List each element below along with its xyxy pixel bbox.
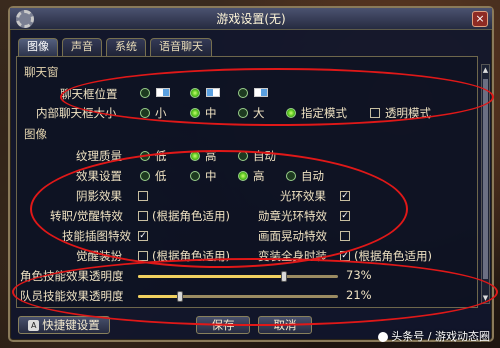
effects-auto-radio[interactable] (286, 171, 296, 181)
chat-size-small-label: 小 (155, 106, 167, 120)
chat-position-option-3[interactable] (238, 88, 248, 98)
halo-effect-label: 光环效果 (280, 189, 326, 203)
title-bar[interactable]: 游戏设置(无) × (10, 8, 492, 30)
chat-size-label: 内部聊天框大小 (36, 106, 117, 120)
chat-transparent-checkbox[interactable] (370, 108, 380, 118)
screen-shake-label: 画面晃动特效 (258, 229, 327, 243)
watermark: 头条号 / 游戏动态圈 (378, 328, 490, 344)
gear-icon (16, 10, 34, 28)
texture-quality-label: 纹理质量 (76, 149, 122, 163)
costume-label: 变装全身时装 (258, 249, 327, 263)
member-skill-transparency-slider[interactable] (138, 291, 338, 302)
save-button[interactable]: 保存 (196, 316, 250, 334)
window-title: 游戏设置(无) (216, 12, 286, 26)
awaken-effect-checkbox[interactable] (138, 211, 148, 221)
chat-size-large-label: 大 (253, 106, 265, 120)
image-section-title: 图像 (24, 127, 47, 141)
scroll-down-icon[interactable]: ▼ (482, 294, 489, 302)
scroll-up-icon[interactable]: ▲ (482, 66, 489, 74)
chat-fixed-mode-label: 指定模式 (301, 106, 347, 120)
member-skill-slider-thumb[interactable] (177, 291, 183, 302)
awaken-effect-note: (根据角色适用) (152, 209, 230, 223)
watermark-text: 头条号 / 游戏动态圈 (391, 330, 490, 343)
awaken-effect-label: 转职/觉醒特效 (50, 209, 123, 223)
shadow-effect-checkbox[interactable] (138, 191, 148, 201)
costume-note: (根据角色适用) (354, 249, 432, 263)
medal-halo-checkbox[interactable]: ✓ (340, 211, 350, 221)
tab-bar: 图像 声音 系统 语音聊天 (18, 38, 212, 56)
skill-insert-label: 技能插图特效 (62, 229, 131, 243)
chat-window-section-title: 聊天窗 (24, 65, 59, 79)
effects-medium-label: 中 (205, 169, 217, 183)
hotkey-settings-button[interactable]: A 快捷键设置 (18, 316, 110, 334)
chat-size-medium-radio[interactable] (190, 108, 200, 118)
shadow-effect-label: 阴影效果 (76, 189, 122, 203)
effects-medium-radio[interactable] (190, 171, 200, 181)
hotkey-icon: A (28, 320, 40, 331)
member-skill-transparency-value: 21% (346, 288, 372, 302)
texture-high-radio[interactable] (190, 151, 200, 161)
awaken-costume-checkbox[interactable] (138, 251, 148, 261)
tab-voice-chat[interactable]: 语音聊天 (150, 38, 212, 56)
tab-system[interactable]: 系统 (106, 38, 146, 56)
effects-setting-label: 效果设置 (76, 169, 122, 183)
cancel-button[interactable]: 取消 (258, 316, 312, 334)
effects-auto-label: 自动 (301, 169, 324, 183)
chat-position-option-1[interactable] (140, 88, 150, 98)
texture-high-label: 高 (205, 149, 217, 163)
char-skill-slider-thumb[interactable] (281, 271, 287, 282)
member-skill-slider-fill (138, 295, 180, 298)
texture-low-radio[interactable] (140, 151, 150, 161)
tab-sound[interactable]: 声音 (62, 38, 102, 56)
medal-halo-label: 勋章光环特效 (258, 209, 327, 223)
chat-position-label: 聊天框位置 (60, 87, 118, 101)
char-skill-transparency-value: 73% (346, 268, 372, 282)
effects-high-label: 高 (253, 169, 265, 183)
effects-high-radio[interactable] (238, 171, 248, 181)
texture-auto-radio[interactable] (238, 151, 248, 161)
char-skill-transparency-slider[interactable] (138, 271, 338, 282)
chat-position-swatch-1-icon (156, 88, 170, 97)
scrollbar[interactable]: ▲ ▼ (481, 64, 490, 304)
chat-size-small-radio[interactable] (140, 108, 150, 118)
texture-low-label: 低 (155, 149, 167, 163)
char-skill-transparency-label: 角色技能效果透明度 (20, 269, 124, 283)
chat-transparent-label: 透明模式 (385, 106, 431, 120)
chat-fixed-mode-radio[interactable] (286, 108, 296, 118)
chat-size-large-radio[interactable] (238, 108, 248, 118)
chat-position-swatch-3-icon (254, 88, 268, 97)
effects-low-radio[interactable] (140, 171, 150, 181)
tab-graphics[interactable]: 图像 (18, 38, 58, 56)
close-button[interactable]: × (472, 11, 488, 27)
effects-low-label: 低 (155, 169, 167, 183)
chat-position-option-2[interactable] (190, 88, 200, 98)
skill-insert-checkbox[interactable]: ✓ (138, 231, 148, 241)
texture-auto-label: 自动 (253, 149, 276, 163)
chat-position-swatch-2-icon (206, 88, 220, 97)
chat-size-medium-label: 中 (205, 106, 217, 120)
costume-checkbox[interactable]: ✓ (340, 251, 350, 261)
scroll-thumb[interactable] (483, 79, 488, 279)
awaken-costume-note: (根据角色适用) (152, 249, 230, 263)
screen-shake-checkbox[interactable] (340, 231, 350, 241)
settings-dialog: 游戏设置(无) × 图像 声音 系统 语音聊天 ▲ ▼ 聊天窗 聊天框位置 内部… (8, 6, 494, 342)
awaken-costume-label: 觉醒装扮 (76, 249, 122, 263)
char-skill-slider-fill (138, 275, 284, 278)
watermark-logo-icon (378, 332, 389, 342)
halo-effect-checkbox[interactable]: ✓ (340, 191, 350, 201)
hotkey-settings-label: 快捷键设置 (42, 318, 100, 332)
member-skill-transparency-label: 队员技能效果透明度 (20, 289, 124, 303)
